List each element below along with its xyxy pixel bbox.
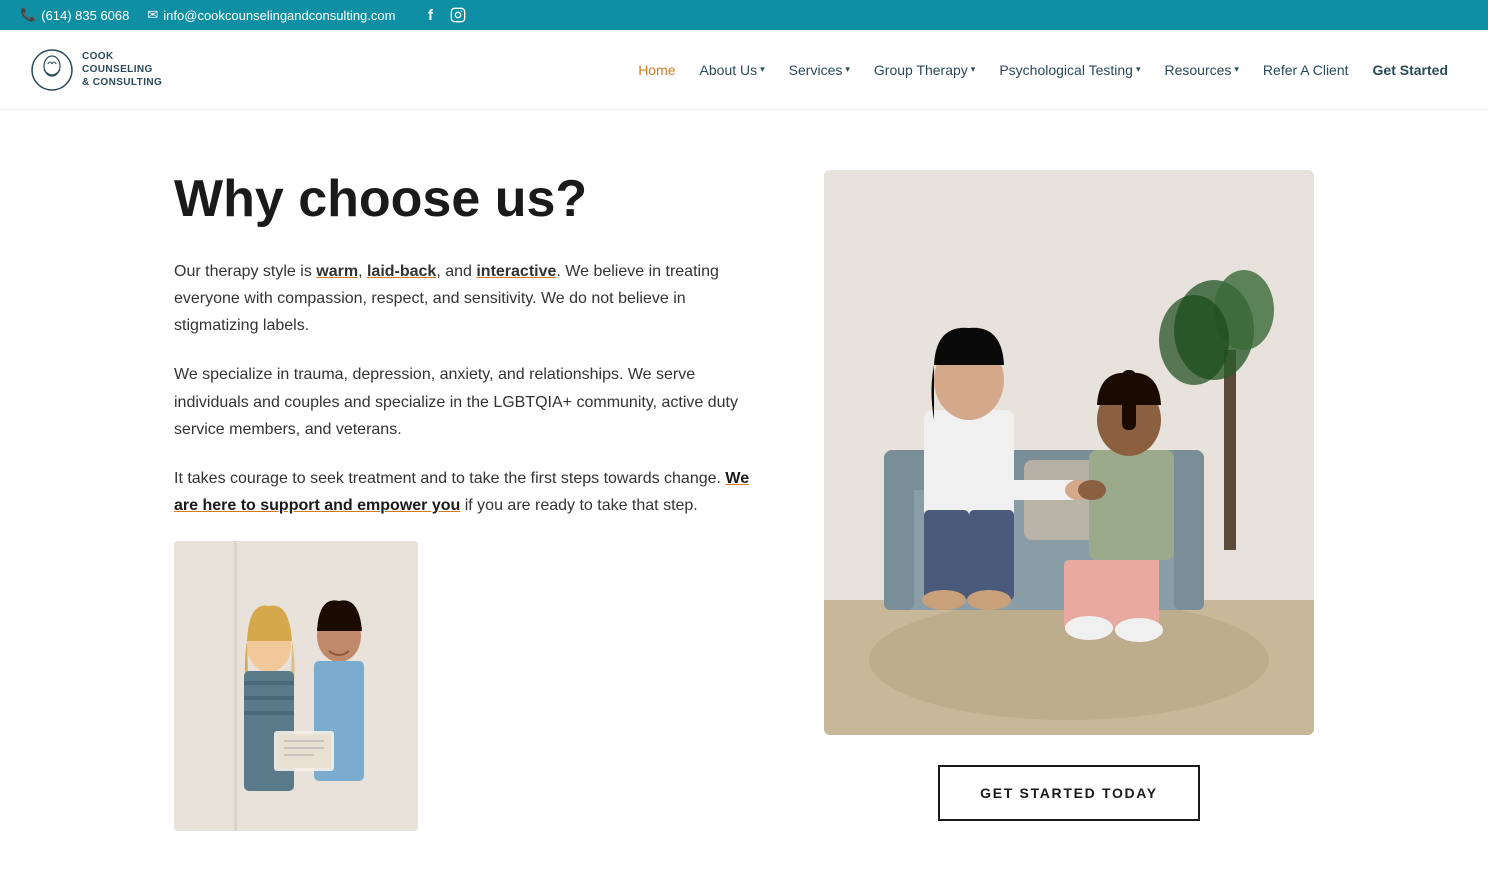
nav-resources[interactable]: Resources ▾ bbox=[1154, 54, 1248, 86]
nav-home[interactable]: Home bbox=[628, 54, 685, 86]
top-bar: 📞 (614) 835 6068 ✉ info@cookcounselingan… bbox=[0, 0, 1488, 30]
therapy-scene-svg bbox=[824, 170, 1314, 735]
laid-back-text: laid-back bbox=[367, 263, 436, 280]
right-column: GET STARTED TODAY bbox=[824, 170, 1314, 821]
left-column: Why choose us? Our therapy style is warm… bbox=[174, 170, 764, 831]
phone-number[interactable]: 📞 (614) 835 6068 bbox=[20, 7, 129, 23]
two-people-svg bbox=[174, 541, 418, 831]
logo[interactable]: COOK COUNSELING & CONSULTING bbox=[30, 48, 162, 92]
page-title: Why choose us? bbox=[174, 170, 764, 230]
get-started-button[interactable]: GET STARTED TODAY bbox=[938, 765, 1200, 821]
nav-group-therapy[interactable]: Group Therapy ▾ bbox=[864, 54, 985, 86]
email-link[interactable]: ✉ info@cookcounselingandconsulting.com bbox=[147, 7, 395, 23]
warm-text: warm bbox=[316, 263, 358, 280]
main-nav: COOK COUNSELING & CONSULTING Home About … bbox=[0, 30, 1488, 110]
para-2: We specialize in trauma, depression, anx… bbox=[174, 361, 764, 443]
phone-icon: 📞 bbox=[20, 7, 36, 23]
email-icon: ✉ bbox=[147, 7, 158, 23]
chevron-down-icon: ▾ bbox=[1234, 64, 1239, 75]
instagram-icon[interactable] bbox=[449, 6, 467, 24]
nav-about-us[interactable]: About Us ▾ bbox=[690, 54, 775, 86]
logo-text: COOK COUNSELING & CONSULTING bbox=[82, 50, 162, 89]
para-1: Our therapy style is warm, laid-back, an… bbox=[174, 258, 764, 340]
nav-refer-a-client[interactable]: Refer A Client bbox=[1253, 54, 1359, 86]
chevron-down-icon: ▾ bbox=[845, 64, 850, 75]
therapy-image bbox=[824, 170, 1314, 735]
chevron-down-icon: ▾ bbox=[971, 64, 976, 75]
nav-links: Home About Us ▾ Services ▾ Group Therapy… bbox=[628, 54, 1458, 86]
main-content: Why choose us? Our therapy style is warm… bbox=[94, 110, 1394, 891]
social-icons: f bbox=[421, 6, 467, 24]
chevron-down-icon: ▾ bbox=[760, 64, 765, 75]
nav-get-started[interactable]: Get Started bbox=[1363, 54, 1458, 86]
bottom-left-image bbox=[174, 541, 418, 831]
chevron-down-icon: ▾ bbox=[1136, 64, 1141, 75]
logo-icon bbox=[30, 48, 74, 92]
nav-psychological-testing[interactable]: Psychological Testing ▾ bbox=[989, 54, 1150, 86]
para-3: It takes courage to seek treatment and t… bbox=[174, 465, 764, 519]
facebook-icon[interactable]: f bbox=[421, 6, 439, 24]
interactive-text: interactive bbox=[476, 263, 556, 280]
nav-services[interactable]: Services ▾ bbox=[779, 54, 860, 86]
